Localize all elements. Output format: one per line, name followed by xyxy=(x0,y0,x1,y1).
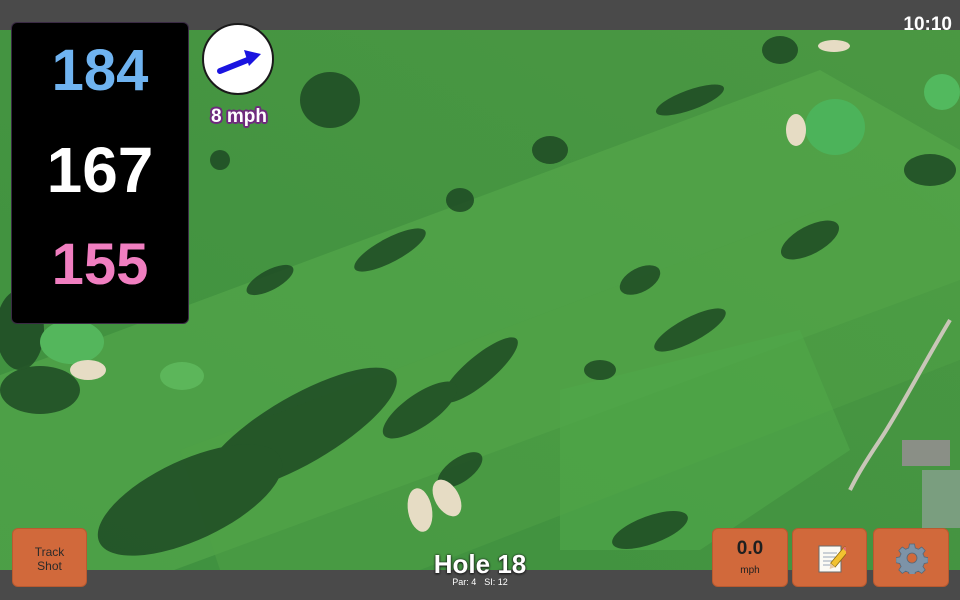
settings-button[interactable] xyxy=(873,528,949,587)
gear-icon xyxy=(896,543,928,574)
track-shot-button[interactable]: Track Shot xyxy=(12,528,87,587)
distance-panel: 184 167 155 xyxy=(11,22,189,324)
clock: 10:10 xyxy=(903,14,952,35)
scorecard-button[interactable] xyxy=(792,528,867,587)
front-distance: 155 xyxy=(51,232,149,297)
hole-stroke-index: SI: 12 xyxy=(484,577,508,587)
track-shot-label-line2: Shot xyxy=(37,559,62,573)
speed-button[interactable]: 0.0 mph xyxy=(712,528,788,587)
back-distance: 184 xyxy=(51,38,149,103)
hole-info: Hole 18 Par: 4 SI: 12 xyxy=(380,549,580,588)
wind-direction-arrow-icon xyxy=(217,50,261,74)
track-shot-label-line1: Track xyxy=(34,545,65,559)
wind-indicator xyxy=(202,23,274,95)
hole-title: Hole 18 xyxy=(433,549,527,579)
hole-par: Par: 4 xyxy=(452,577,477,587)
middle-distance: 167 xyxy=(46,134,154,206)
notepad-icon xyxy=(818,545,846,573)
speed-value: 0.0 xyxy=(736,538,764,559)
wind-speed: 8 mph xyxy=(211,106,267,127)
speed-unit: mph xyxy=(740,565,760,576)
golf-gps-screen: 10:10 184 167 155 8 mph Track Shot Hole … xyxy=(0,0,960,600)
hole-meta: Par: 4 SI: 12 xyxy=(380,577,580,588)
